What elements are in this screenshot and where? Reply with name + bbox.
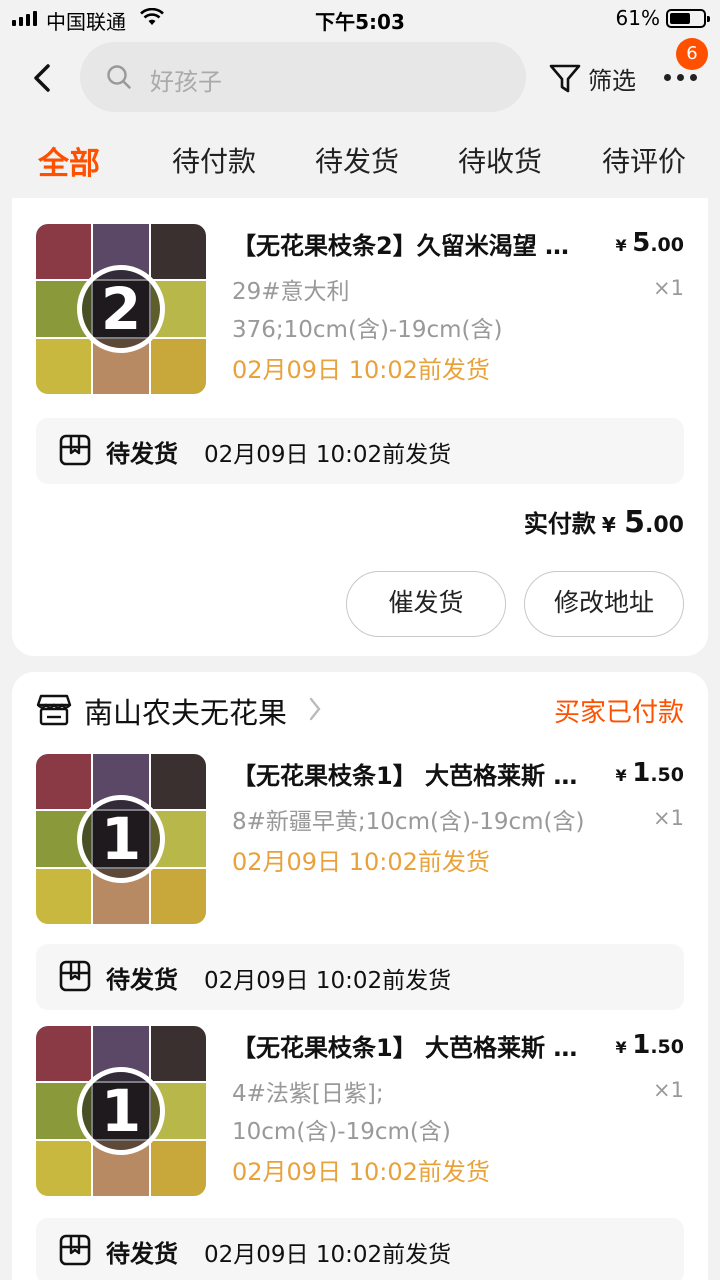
- clock: 下午5:03: [315, 10, 405, 34]
- product-quantity: ×1: [653, 276, 684, 300]
- shipping-status-row[interactable]: 待发货 02月09日 10:02前发货: [36, 1218, 684, 1280]
- order-status: 买家已付款: [553, 698, 684, 728]
- package-icon: [59, 960, 91, 992]
- product-number-badge: 2: [77, 265, 165, 353]
- package-icon: [59, 1234, 91, 1266]
- tab-pending-payment[interactable]: 待付款: [172, 140, 256, 180]
- product-price: ¥ 1.50: [615, 1030, 684, 1060]
- shipping-status: 待发货: [106, 1240, 178, 1268]
- product-sku: 29#意大利: [232, 279, 350, 305]
- shop-name: 南山农夫无花果: [84, 696, 288, 730]
- urge-shipment-button[interactable]: 催发货: [346, 571, 506, 637]
- product-quantity: ×1: [653, 1078, 684, 1102]
- shop-header[interactable]: 南山农夫无花果 买家已付款: [12, 672, 708, 748]
- ship-deadline: 02月09日 10:02前发货: [232, 356, 490, 384]
- shipping-time: 02月09日 10:02前发货: [204, 1242, 452, 1268]
- product-title: 【无花果枝条1】 大芭格莱斯 …: [232, 762, 578, 790]
- shipping-time: 02月09日 10:02前发货: [204, 442, 452, 468]
- filter-button[interactable]: 筛选: [548, 58, 636, 98]
- tab-pending-receipt[interactable]: 待收货: [458, 140, 542, 180]
- order-item[interactable]: 1 【无花果枝条1】 大芭格莱斯 … ¥ 1.50 8#新疆早黄;10cm(含)…: [12, 754, 708, 926]
- product-sku: 376;10cm(含)-19cm(含): [232, 317, 503, 343]
- order-tabs: 全部 待付款 待发货 待收货 待评价: [0, 130, 720, 198]
- order-item[interactable]: 2 【无花果枝条2】久留米渴望 … ¥ 5.00 29#意大利 ×1 376;1…: [12, 224, 708, 396]
- tab-pending-review[interactable]: 待评价: [602, 140, 686, 180]
- product-title: 【无花果枝条2】久留米渴望 …: [232, 232, 570, 260]
- product-thumbnail[interactable]: 2: [36, 224, 206, 394]
- search-input[interactable]: 好孩子: [80, 42, 526, 112]
- ship-deadline: 02月09日 10:02前发货: [232, 848, 490, 876]
- product-price: ¥ 5.00: [615, 228, 684, 258]
- product-title: 【无花果枝条1】 大芭格莱斯 …: [232, 1034, 578, 1062]
- shipping-time: 02月09日 10:02前发货: [204, 968, 452, 994]
- order-card: 南山农夫无花果 买家已付款 1 【无花果枝条1】 大芭格莱斯 … ¥ 1.50 …: [12, 672, 708, 1280]
- product-sku: 10cm(含)-19cm(含): [232, 1119, 451, 1145]
- product-thumbnail[interactable]: 1: [36, 754, 206, 924]
- store-icon: [36, 694, 72, 726]
- back-arrow-icon[interactable]: [26, 58, 62, 98]
- shipping-status: 待发货: [106, 966, 178, 994]
- filter-icon: [549, 64, 581, 93]
- product-number-badge: 1: [77, 1067, 165, 1155]
- change-address-button[interactable]: 修改地址: [524, 571, 684, 637]
- package-icon: [59, 434, 91, 466]
- tab-all[interactable]: 全部: [38, 138, 100, 183]
- product-quantity: ×1: [653, 806, 684, 830]
- product-sku: 8#新疆早黄;10cm(含)-19cm(含): [232, 809, 585, 835]
- product-number-badge: 1: [77, 795, 165, 883]
- message-count-badge: 6: [676, 38, 708, 70]
- search-icon: [107, 65, 131, 89]
- ship-deadline: 02月09日 10:02前发货: [232, 1158, 490, 1186]
- chevron-right-icon: [309, 697, 321, 721]
- order-item[interactable]: 1 【无花果枝条1】 大芭格莱斯 … ¥ 1.50 4#法紫[日紫]; ×1 1…: [12, 1026, 708, 1198]
- nav-bar: 好孩子 筛选: [0, 36, 720, 120]
- amount-paid: 实付款 ¥ 5.00: [523, 505, 684, 540]
- product-price: ¥ 1.50: [615, 758, 684, 788]
- shipping-status-row[interactable]: 待发货 02月09日 10:02前发货: [36, 944, 684, 1010]
- shipping-status-row[interactable]: 待发货 02月09日 10:02前发货: [36, 418, 684, 484]
- filter-label: 筛选: [588, 66, 636, 95]
- shipping-status: 待发货: [106, 440, 178, 468]
- search-placeholder: 好孩子: [150, 68, 222, 96]
- status-bar: 中国联通 下午5:03 61%: [0, 0, 720, 36]
- battery-percent: 61%: [615, 6, 660, 30]
- product-sku: 4#法紫[日紫];: [232, 1081, 384, 1107]
- more-icon: [664, 74, 697, 81]
- battery-icon: [666, 9, 710, 28]
- tab-pending-shipment[interactable]: 待发货: [315, 140, 399, 180]
- product-thumbnail[interactable]: 1: [36, 1026, 206, 1196]
- order-card: 2 【无花果枝条2】久留米渴望 … ¥ 5.00 29#意大利 ×1 376;1…: [12, 198, 708, 656]
